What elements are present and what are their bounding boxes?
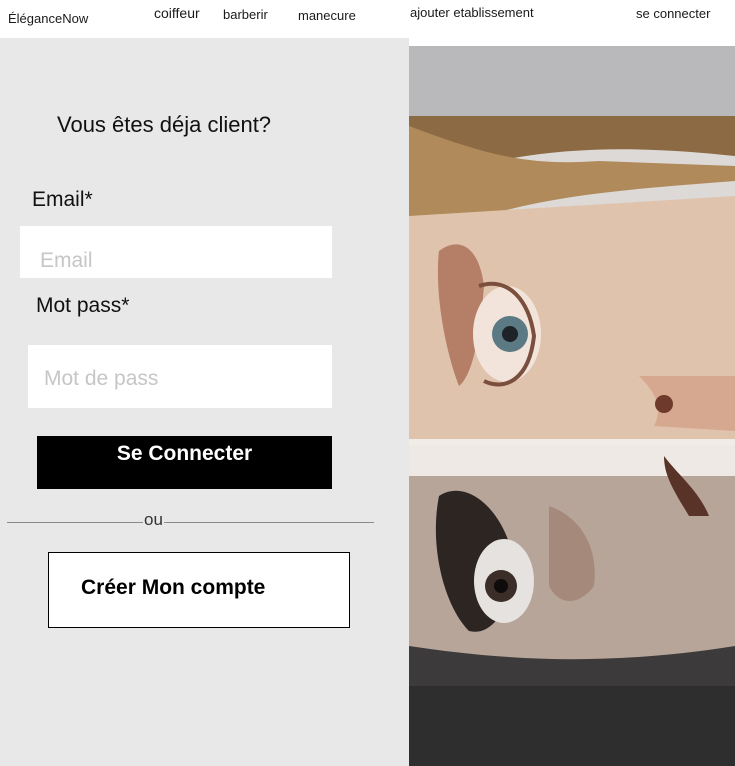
create-account-label: Créer Mon compte (81, 576, 266, 599)
create-account-button[interactable]: Créer Mon compte (48, 552, 350, 628)
nav-link-login[interactable]: se connecter (636, 6, 710, 21)
email-label: Email* (32, 188, 93, 211)
nav-link-coiffeur[interactable]: coiffeur (154, 5, 200, 21)
email-input[interactable] (20, 226, 332, 278)
nav-link-add-establishment[interactable]: ajouter etablissement (410, 5, 534, 20)
brand-logo[interactable]: ÉléganceNow (8, 11, 88, 26)
password-label: Mot pass* (36, 294, 130, 317)
separator-text: ou (143, 510, 164, 530)
login-heading: Vous êtes déja client? (57, 112, 272, 137)
login-button[interactable]: Se Connecter (37, 436, 332, 489)
top-navigation: ÉléganceNow coiffeur barberir manecure a… (0, 0, 735, 38)
separator-line (7, 522, 374, 523)
hero-image (409, 46, 735, 766)
nav-link-manecure[interactable]: manecure (298, 8, 356, 23)
password-input[interactable] (28, 345, 332, 408)
nav-link-barberir[interactable]: barberir (223, 7, 268, 22)
